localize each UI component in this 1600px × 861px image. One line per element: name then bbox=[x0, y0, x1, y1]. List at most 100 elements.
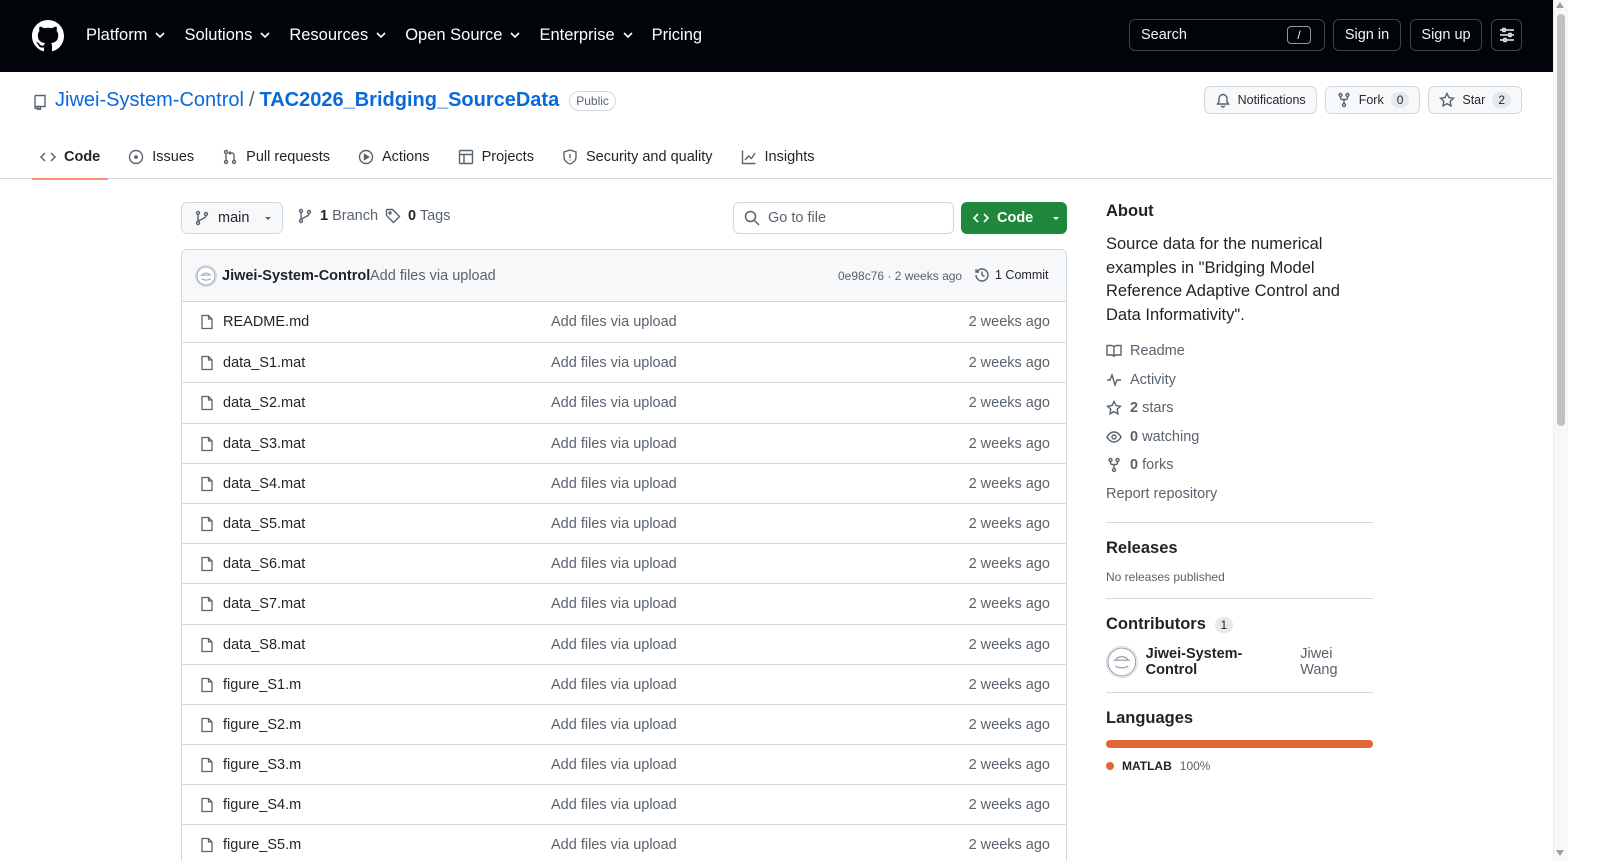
code-dropdown-button[interactable]: Code bbox=[961, 202, 1067, 234]
repository-header: Jiwei-System-Control / TAC2026_Bridging_… bbox=[0, 72, 1568, 180]
tab-insights[interactable]: Insights bbox=[733, 134, 823, 179]
issue-icon bbox=[129, 149, 144, 164]
search-button[interactable]: Search / bbox=[1129, 19, 1325, 51]
file-age: 2 weeks ago bbox=[968, 515, 1050, 532]
file-name[interactable]: figure_S1.m bbox=[223, 677, 301, 693]
file-name[interactable]: data_S4.mat bbox=[223, 476, 305, 492]
appearance-settings-button[interactable] bbox=[1491, 19, 1522, 51]
file-name[interactable]: data_S1.mat bbox=[223, 355, 305, 371]
file-commit-message[interactable]: Add files via upload bbox=[551, 757, 677, 773]
commit-sha-age[interactable]: 0e98c76 · 2 weeks ago bbox=[838, 269, 962, 283]
file-commit-message[interactable]: Add files via upload bbox=[551, 797, 677, 813]
file-name[interactable]: figure_S3.m bbox=[223, 757, 301, 773]
table-row[interactable]: data_S5.mat Add files via upload 2 weeks a… bbox=[182, 502, 1066, 543]
nav-platform[interactable]: Platform bbox=[86, 24, 166, 46]
go-to-file-input[interactable]: Go to file bbox=[733, 202, 954, 234]
tab-issues[interactable]: Issues bbox=[120, 134, 202, 179]
branch-selector[interactable]: main bbox=[181, 202, 283, 234]
file-name[interactable]: data_S5.mat bbox=[223, 516, 305, 532]
file-commit-message[interactable]: Add files via upload bbox=[551, 717, 677, 733]
language-entry[interactable]: MATLAB 100% bbox=[1106, 759, 1373, 773]
table-row[interactable]: data_S3.mat Add files via upload 2 weeks a… bbox=[182, 422, 1066, 463]
scroll-up-arrow-icon[interactable] bbox=[1556, 2, 1564, 8]
file-commit-message[interactable]: Add files via upload bbox=[551, 476, 677, 492]
table-row[interactable]: figure_S2.m Add files via upload 2 weeks a… bbox=[182, 703, 1066, 744]
table-row[interactable]: figure_S1.m Add files via upload 2 weeks a… bbox=[182, 663, 1066, 704]
branches-link[interactable]: 1 Branch bbox=[297, 208, 378, 224]
table-row[interactable]: README.md Add files via upload 2 weeks ago bbox=[182, 302, 1066, 342]
file-icon bbox=[201, 757, 213, 773]
tab-security[interactable]: Security and quality bbox=[554, 134, 721, 179]
sign-up-button[interactable]: Sign up bbox=[1410, 19, 1482, 51]
nav-enterprise[interactable]: Enterprise bbox=[539, 24, 633, 46]
tab-pull-requests[interactable]: Pull requests bbox=[214, 134, 338, 179]
table-row[interactable]: data_S8.mat Add files via upload 2 weeks a… bbox=[182, 623, 1066, 664]
report-repository-link[interactable]: Report repository bbox=[1106, 480, 1373, 509]
scroll-down-arrow-icon[interactable] bbox=[1556, 850, 1564, 856]
file-name[interactable]: figure_S2.m bbox=[223, 717, 301, 733]
file-commit-message[interactable]: Add files via upload bbox=[551, 556, 677, 572]
file-name[interactable]: data_S7.mat bbox=[223, 596, 305, 612]
file-commit-message[interactable]: Add files via upload bbox=[551, 314, 677, 330]
table-row[interactable]: data_S6.mat Add files via upload 2 weeks a… bbox=[182, 543, 1066, 583]
file-commit-message[interactable]: Add files via upload bbox=[551, 837, 677, 853]
commit-author[interactable]: Jiwei-System-Control bbox=[222, 268, 370, 284]
stars-link[interactable]: 2 stars bbox=[1106, 394, 1373, 423]
table-row[interactable]: figure_S5.m Add files via upload 2 weeks a… bbox=[182, 824, 1066, 861]
file-name[interactable]: figure_S4.m bbox=[223, 797, 301, 813]
file-name[interactable]: README.md bbox=[223, 314, 309, 330]
tab-code[interactable]: Code bbox=[32, 134, 109, 180]
avatar[interactable] bbox=[1106, 646, 1138, 678]
file-icon bbox=[201, 677, 213, 692]
file-name[interactable]: data_S3.mat bbox=[223, 436, 305, 452]
watching-link[interactable]: 0 watching bbox=[1106, 423, 1373, 452]
github-logo-icon[interactable] bbox=[32, 20, 64, 52]
contributors-heading[interactable]: Contributors 1 bbox=[1106, 615, 1373, 634]
table-row[interactable]: figure_S3.m Add files via upload 2 weeks a… bbox=[182, 744, 1066, 784]
forks-count: 0 bbox=[1130, 457, 1139, 474]
file-commit-message[interactable]: Add files via upload bbox=[551, 596, 677, 612]
contributor-login: Jiwei-System-Control bbox=[1145, 646, 1243, 678]
languages-heading: Languages bbox=[1106, 709, 1194, 727]
table-row[interactable]: data_S1.mat Add files via upload 2 weeks a… bbox=[182, 342, 1066, 382]
repo-name-link[interactable]: TAC2026_Bridging_SourceData bbox=[260, 89, 560, 112]
activity-link[interactable]: Activity bbox=[1106, 366, 1373, 395]
contributor-item[interactable]: Jiwei-System-Control Jiwei Wang bbox=[1106, 646, 1373, 678]
commits-link[interactable]: 1 Commit bbox=[974, 267, 1048, 283]
fork-button[interactable]: Fork 0 bbox=[1324, 86, 1421, 114]
file-commit-message[interactable]: Add files via upload bbox=[551, 355, 677, 371]
tags-link[interactable]: 0 Tags bbox=[385, 208, 451, 224]
file-commit-message[interactable]: Add files via upload bbox=[551, 395, 677, 411]
file-name[interactable]: data_S2.mat bbox=[223, 395, 305, 411]
file-name[interactable]: data_S6.mat bbox=[223, 556, 305, 572]
file-commit-message[interactable]: Add files via upload bbox=[551, 516, 677, 532]
file-name[interactable]: figure_S5.m bbox=[223, 837, 301, 853]
repo-owner-link[interactable]: Jiwei-System-Control bbox=[55, 89, 244, 112]
file-commit-message[interactable]: Add files via upload bbox=[551, 637, 677, 653]
notifications-button[interactable]: Notifications bbox=[1203, 86, 1317, 114]
nav-solutions[interactable]: Solutions bbox=[184, 24, 270, 46]
readme-link[interactable]: Readme bbox=[1106, 337, 1373, 366]
scrollbar-thumb[interactable] bbox=[1557, 14, 1565, 426]
history-icon bbox=[975, 268, 989, 282]
releases-heading[interactable]: Releases bbox=[1106, 539, 1373, 558]
star-button[interactable]: Star 2 bbox=[1428, 86, 1522, 114]
nav-resources[interactable]: Resources bbox=[289, 24, 386, 46]
forks-link[interactable]: 0 forks bbox=[1106, 451, 1373, 480]
sign-in-button[interactable]: Sign in bbox=[1333, 19, 1401, 51]
watching-label: watching bbox=[1142, 428, 1200, 445]
nav-pricing[interactable]: Pricing bbox=[652, 24, 702, 46]
table-row[interactable]: data_S2.mat Add files via upload 2 weeks a… bbox=[182, 382, 1066, 422]
table-row[interactable]: data_S7.mat Add files via upload 2 weeks a… bbox=[182, 583, 1066, 623]
file-commit-message[interactable]: Add files via upload bbox=[551, 677, 677, 693]
nav-open-source[interactable]: Open Source bbox=[405, 24, 521, 46]
commit-message[interactable]: Add files via upload bbox=[370, 268, 496, 284]
file-commit-message[interactable]: Add files via upload bbox=[551, 436, 677, 452]
tab-actions[interactable]: Actions bbox=[350, 134, 438, 179]
tab-projects[interactable]: Projects bbox=[450, 134, 542, 179]
file-name[interactable]: data_S8.mat bbox=[223, 637, 305, 653]
table-row[interactable]: data_S4.mat Add files via upload 2 weeks a… bbox=[182, 462, 1066, 503]
nav-label: Resources bbox=[289, 26, 369, 44]
avatar[interactable] bbox=[195, 265, 217, 287]
table-row[interactable]: figure_S4.m Add files via upload 2 weeks a… bbox=[182, 784, 1066, 824]
